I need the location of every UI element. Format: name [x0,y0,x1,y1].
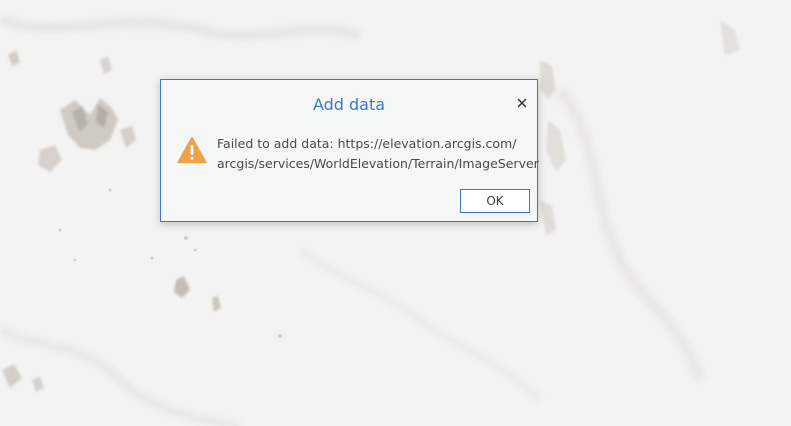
warning-triangle-icon [177,136,207,164]
add-data-dialog: Add data Failed to add data: https://ele… [160,79,539,222]
dialog-title: Add data [312,95,386,114]
error-message: Failed to add data: https://elevation.ar… [217,134,539,174]
error-message-line: arcgis/services/WorldElevation/Terrain/I… [217,156,539,171]
ok-button[interactable]: OK [460,189,530,213]
close-button[interactable] [515,95,529,109]
close-icon [517,98,527,108]
error-message-line: Failed to add data: https://elevation.ar… [217,136,517,151]
